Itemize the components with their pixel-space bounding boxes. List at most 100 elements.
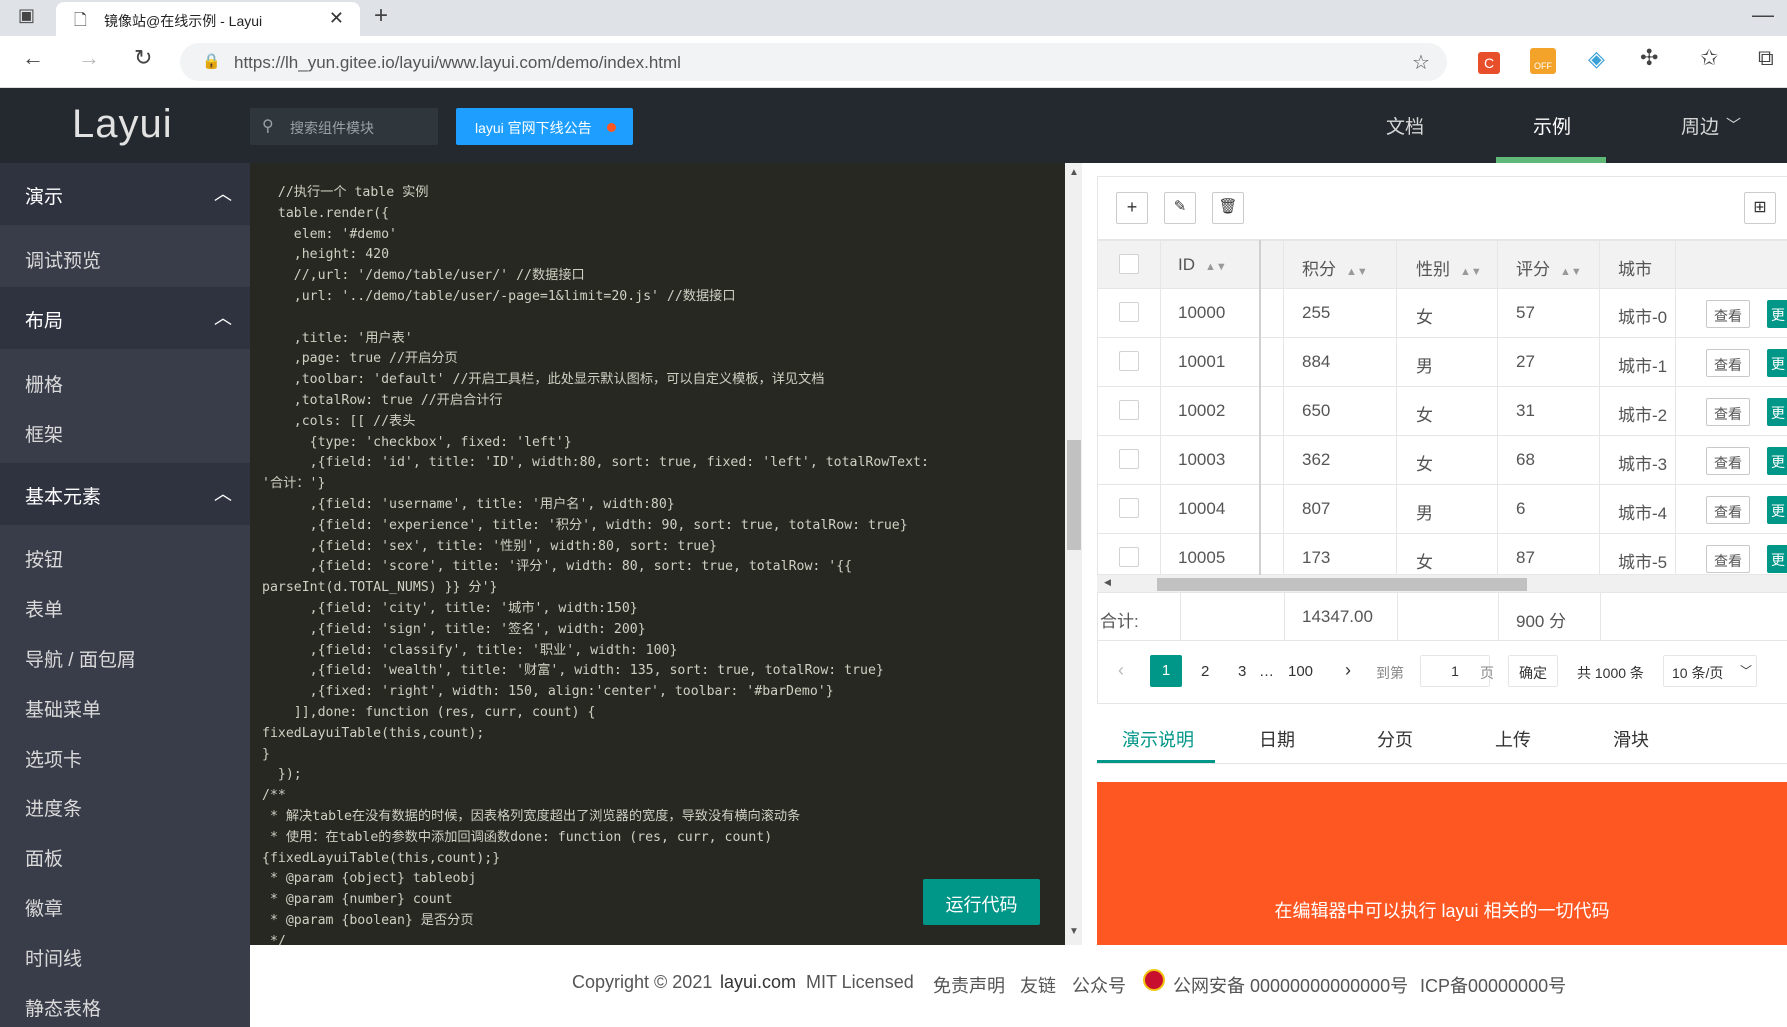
row-checkbox[interactable] [1119, 498, 1139, 518]
extension-diamond-icon[interactable]: ◈ [1588, 46, 1605, 72]
row-edit-button[interactable]: 更 [1767, 300, 1787, 328]
browser-tab[interactable]: 🗋 镜像站@在线示例 - Layui ✕ [56, 2, 360, 36]
next-page-icon[interactable]: › [1345, 660, 1351, 681]
forward-icon[interactable]: → [78, 45, 100, 71]
url-field[interactable]: 🔒 https://lh_yun.gitee.io/layui/www.layu… [180, 43, 1447, 81]
site-logo[interactable]: Layui [72, 102, 173, 147]
sidebar-item-debug-preview[interactable]: 调试预览 [25, 246, 101, 273]
col-header-id[interactable]: ID ▲▼ [1178, 255, 1227, 275]
view-button[interactable]: 查看 [1706, 398, 1750, 426]
page-link[interactable]: 3 [1238, 663, 1246, 680]
add-button[interactable]: + [1116, 192, 1148, 224]
sidebar-item-badge[interactable]: 徽章 [25, 894, 63, 921]
per-page-select[interactable]: 10 条/页 ﹀ [1663, 655, 1757, 687]
delete-button[interactable]: 🗑 [1212, 192, 1244, 224]
footer-disclaimer-link[interactable]: 免责声明 [933, 972, 1005, 998]
row-checkbox[interactable] [1119, 449, 1139, 469]
select-all-checkbox[interactable] [1119, 254, 1139, 274]
row-edit-button[interactable]: 更 [1767, 447, 1787, 475]
table-row[interactable]: 10002 650 女 31 城市-2 查看 更 [1097, 387, 1787, 436]
sidebar-item-progress[interactable]: 进度条 [25, 794, 82, 821]
tab-slider[interactable]: 滑块 [1613, 726, 1649, 752]
table-row[interactable]: 10005 173 女 87 城市-5 查看 更 [1097, 534, 1787, 575]
scroll-left-icon[interactable]: ◀ [1104, 577, 1111, 588]
extension-off-icon[interactable]: OFF [1530, 48, 1556, 74]
component-search-input[interactable]: ⚲ 搜索组件模块 [250, 108, 438, 145]
columns-filter-button[interactable]: ⊞ [1744, 192, 1776, 224]
table-row[interactable]: 10000 255 女 57 城市-0 查看 更 [1097, 289, 1787, 338]
table-horizontal-scrollbar[interactable]: ◀ [1097, 575, 1787, 592]
sidebar-item-static-table[interactable]: 静态表格 [25, 994, 101, 1021]
minimize-icon[interactable]: — [1752, 2, 1774, 28]
sort-icon[interactable]: ▲▼ [1560, 266, 1582, 278]
nav-docs[interactable]: 文档 [1386, 112, 1424, 139]
tab-overview-icon[interactable]: ▣ [18, 5, 35, 26]
back-icon[interactable]: ← [22, 45, 44, 71]
scrollbar-thumb[interactable] [1067, 440, 1081, 550]
scroll-down-icon[interactable]: ▼ [1069, 926, 1079, 937]
extension-c-icon[interactable]: C [1478, 52, 1500, 74]
row-edit-button[interactable]: 更 [1767, 398, 1787, 426]
col-header-sex[interactable]: 性别 ▲▼ [1416, 255, 1482, 280]
prev-page-icon[interactable]: ‹ [1118, 660, 1124, 681]
tab-date[interactable]: 日期 [1259, 726, 1295, 752]
footer-site-link[interactable]: layui.com [720, 972, 796, 993]
sort-icon[interactable]: ▲▼ [1346, 266, 1368, 278]
collections-icon[interactable]: ⧉ [1758, 45, 1774, 71]
footer-police-record[interactable]: 公网安备 00000000000000号 [1173, 972, 1408, 998]
sort-icon[interactable]: ▲▼ [1460, 266, 1482, 278]
table-row[interactable]: 10003 362 女 68 城市-3 查看 更 [1097, 436, 1787, 485]
notice-button[interactable]: layui 官网下线公告 [456, 108, 633, 145]
table-row[interactable]: 10004 807 男 6 城市-4 查看 更 [1097, 485, 1787, 534]
row-edit-button[interactable]: 更 [1767, 349, 1787, 377]
tab-pagination[interactable]: 分页 [1377, 726, 1413, 752]
page-current[interactable]: 1 [1150, 655, 1182, 687]
code-editor[interactable]: //执行一个 table 实例 table.render({ elem: '#d… [250, 163, 1065, 945]
sidebar-item-grid[interactable]: 栅格 [25, 370, 63, 397]
page-link-last[interactable]: 100 [1288, 663, 1313, 680]
extensions-puzzle-icon[interactable]: ✣ [1640, 45, 1658, 71]
footer-friends-link[interactable]: 友链 [1020, 972, 1056, 998]
sidebar-item-tabs[interactable]: 选项卡 [25, 745, 82, 772]
confirm-page-button[interactable]: 确定 [1508, 655, 1558, 687]
view-button[interactable]: 查看 [1706, 496, 1750, 524]
code-text[interactable]: //执行一个 table 实例 table.render({ elem: '#d… [262, 183, 929, 945]
sidebar-item-form[interactable]: 表单 [25, 595, 63, 622]
new-tab-icon[interactable]: + [374, 2, 388, 30]
favorites-icon[interactable]: ✩ [1700, 45, 1718, 71]
close-tab-icon[interactable]: ✕ [329, 8, 344, 29]
footer-icp-record[interactable]: ICP备00000000号 [1420, 972, 1566, 998]
reload-icon[interactable]: ↻ [134, 45, 152, 71]
row-edit-button[interactable]: 更 [1767, 545, 1787, 573]
edit-button[interactable]: ✎ [1164, 192, 1196, 224]
scrollbar-thumb[interactable] [1157, 578, 1527, 591]
sort-icon[interactable]: ▲▼ [1205, 261, 1227, 273]
view-button[interactable]: 查看 [1706, 545, 1750, 573]
nav-around[interactable]: 周边 [1681, 112, 1719, 139]
col-header-experience[interactable]: 积分 ▲▼ [1302, 255, 1368, 280]
run-code-button[interactable]: 运行代码 [923, 879, 1040, 925]
nav-examples[interactable]: 示例 [1533, 112, 1571, 139]
row-checkbox[interactable] [1119, 400, 1139, 420]
row-checkbox[interactable] [1119, 351, 1139, 371]
tab-upload[interactable]: 上传 [1495, 726, 1531, 752]
row-edit-button[interactable]: 更 [1767, 496, 1787, 524]
row-checkbox[interactable] [1119, 302, 1139, 322]
editor-scrollbar[interactable]: ▲ ▼ [1065, 163, 1082, 945]
favorite-star-icon[interactable]: ☆ [1412, 50, 1430, 75]
sidebar-group-demo[interactable]: 演示 ︿ [0, 163, 250, 225]
view-button[interactable]: 查看 [1706, 300, 1750, 328]
sidebar-item-timeline[interactable]: 时间线 [25, 944, 82, 971]
page-link[interactable]: 2 [1201, 663, 1209, 680]
tab-demo-notes[interactable]: 演示说明 [1122, 726, 1194, 752]
sidebar-item-nav[interactable]: 导航 / 面包屑 [25, 645, 136, 672]
sidebar-item-button[interactable]: 按钮 [25, 545, 63, 572]
sidebar-item-panel[interactable]: 面板 [25, 844, 63, 871]
col-header-score[interactable]: 评分 ▲▼ [1516, 255, 1582, 280]
row-checkbox[interactable] [1119, 547, 1139, 567]
sidebar-group-basic[interactable]: 基本元素 ︿ [0, 463, 250, 525]
table-row[interactable]: 10001 884 男 27 城市-1 查看 更 [1097, 338, 1787, 387]
view-button[interactable]: 查看 [1706, 447, 1750, 475]
footer-wechat-link[interactable]: 公众号 [1072, 972, 1126, 998]
scroll-up-icon[interactable]: ▲ [1069, 167, 1079, 178]
